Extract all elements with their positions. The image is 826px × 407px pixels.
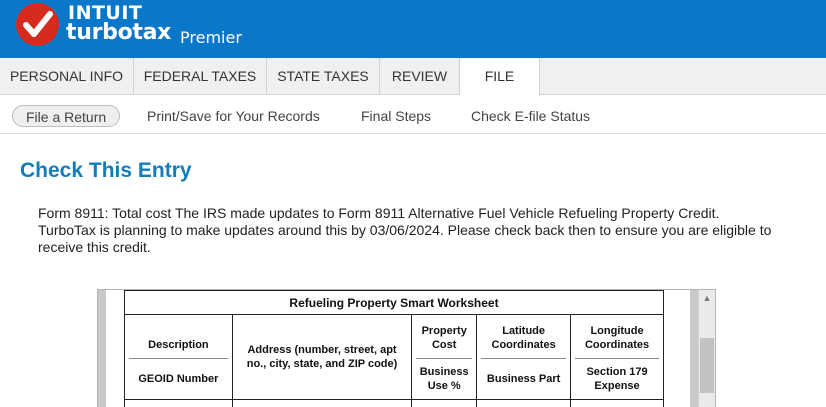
column-header-business-use: Business Use % bbox=[419, 366, 469, 392]
subnav-file-a-return[interactable]: File a Return bbox=[12, 105, 121, 127]
column-header-business-part: Business Part bbox=[486, 373, 561, 385]
worksheet-table: Refueling Property Smart Worksheet Descr… bbox=[124, 290, 664, 407]
subnav-print-save-records[interactable]: Print/Save for Your Records bbox=[147, 105, 320, 127]
subnav-final-steps[interactable]: Final Steps bbox=[361, 105, 431, 127]
subnav-check-efile-status[interactable]: Check E-file Status bbox=[471, 105, 590, 127]
column-header-description: Description bbox=[129, 315, 228, 359]
worksheet-title: Refueling Property Smart Worksheet bbox=[124, 290, 664, 315]
error-message: Form 8911: Total cost The IRS made updat… bbox=[38, 205, 772, 255]
app-header: INTUIT turbotax Premier bbox=[0, 0, 826, 58]
sub-navigation: File a Return Print/Save for Your Record… bbox=[0, 96, 826, 134]
column-header-section-179: Section 179 Expense bbox=[586, 366, 648, 392]
column-latitude: Latitude Coordinates Business Part bbox=[476, 314, 572, 400]
edition-label: Premier bbox=[180, 28, 242, 47]
column-property-cost: Property Cost Business Use % bbox=[411, 314, 478, 400]
column-header-latitude: Latitude Coordinates bbox=[481, 315, 567, 359]
turbotax-wordmark: turbotax bbox=[66, 20, 172, 45]
table-cell[interactable] bbox=[124, 399, 233, 407]
scroll-up-arrow-icon[interactable]: ▲ bbox=[699, 290, 715, 307]
worksheet-scrollbar[interactable]: ▲ bbox=[698, 290, 715, 407]
column-header-geoid-number: GEOID Number bbox=[138, 373, 219, 385]
main-tab-bar: PERSONAL INFO FEDERAL TAXES STATE TAXES … bbox=[0, 58, 826, 96]
tab-personal-info[interactable]: PERSONAL INFO bbox=[0, 58, 134, 95]
column-longitude: Longitude Coordinates Section 179 Expens… bbox=[570, 314, 664, 400]
worksheet-page: Refueling Property Smart Worksheet Descr… bbox=[106, 290, 690, 407]
turbotax-checkmark-logo-icon bbox=[16, 3, 59, 46]
column-description: Description GEOID Number bbox=[124, 314, 233, 400]
tab-federal-taxes[interactable]: FEDERAL TAXES bbox=[134, 58, 267, 95]
worksheet-viewer: Refueling Property Smart Worksheet Descr… bbox=[97, 289, 716, 407]
column-header-address: Address (number, street, apt no., city, … bbox=[246, 344, 398, 370]
tab-review[interactable]: REVIEW bbox=[380, 58, 460, 95]
tab-state-taxes[interactable]: STATE TAXES bbox=[267, 58, 380, 95]
scrollbar-thumb[interactable] bbox=[700, 338, 714, 393]
page-title: Check This Entry bbox=[20, 159, 192, 182]
table-cell[interactable] bbox=[231, 399, 413, 407]
tab-file[interactable]: FILE bbox=[460, 58, 540, 96]
column-address: Address (number, street, apt no., city, … bbox=[231, 314, 413, 400]
column-header-property-cost: Property Cost bbox=[416, 315, 473, 359]
table-cell[interactable] bbox=[570, 399, 664, 407]
table-cell[interactable] bbox=[476, 399, 572, 407]
column-header-longitude: Longitude Coordinates bbox=[575, 315, 659, 359]
table-cell[interactable] bbox=[411, 399, 478, 407]
